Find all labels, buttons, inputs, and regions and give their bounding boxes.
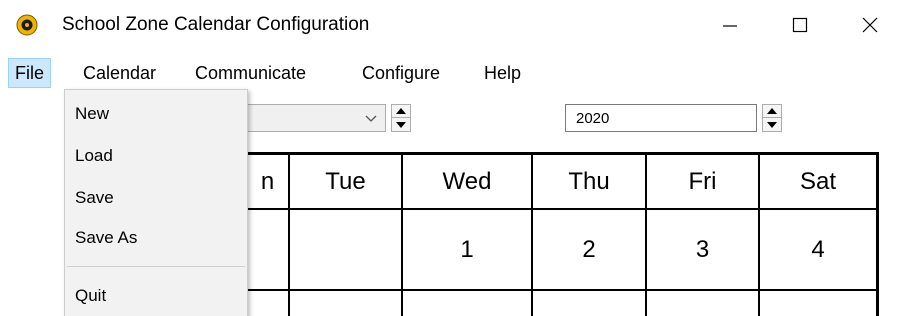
year-field[interactable]	[565, 104, 757, 132]
calendar-header-sat: Sat	[760, 155, 876, 210]
month-spin-up[interactable]	[392, 105, 410, 118]
calendar-day-cell[interactable]: 3	[647, 210, 760, 291]
menu-calendar[interactable]: Calendar	[77, 58, 162, 88]
calendar-day-cell[interactable]: 1	[403, 210, 533, 291]
minimize-icon	[723, 25, 737, 27]
calendar-header-tue: Tue	[290, 155, 403, 210]
calendar-day-cell[interactable]: 2	[533, 210, 647, 291]
calendar-day-cell[interactable]	[290, 291, 403, 316]
calendar-day-cell[interactable]	[533, 291, 647, 316]
calendar-day-cell[interactable]: 4	[760, 210, 876, 291]
menu-file[interactable]: File	[8, 58, 52, 88]
close-icon	[862, 17, 878, 33]
triangle-up-icon	[767, 108, 777, 114]
calendar-grid: n Tue Wed Thu Fri Sat 1 2 3 4	[244, 152, 879, 316]
menu-item-quit[interactable]: Quit	[75, 286, 106, 306]
menu-communicate[interactable]: Communicate	[189, 58, 312, 88]
month-select[interactable]	[246, 104, 386, 132]
maximize-icon	[792, 17, 808, 33]
chevron-down-icon	[365, 115, 377, 122]
month-spin-down[interactable]	[392, 118, 410, 131]
calendar-day-cell[interactable]	[760, 291, 876, 316]
menu-item-new[interactable]: New	[75, 104, 109, 124]
calendar-day-cell[interactable]	[647, 291, 760, 316]
app-icon	[16, 14, 38, 36]
year-spin-down[interactable]	[763, 118, 781, 131]
calendar-day-cell[interactable]	[290, 210, 403, 291]
calendar-day-cell[interactable]	[247, 210, 290, 291]
calendar-header-fri: Fri	[647, 155, 760, 210]
menu-help[interactable]: Help	[478, 58, 527, 88]
menu-item-save-as[interactable]: Save As	[75, 228, 137, 248]
calendar-header-mon: n	[247, 155, 290, 210]
month-spinner[interactable]	[391, 104, 411, 132]
title-bar: School Zone Calendar Configuration	[0, 0, 900, 50]
file-menu-dropdown: New Load Save Save As Quit	[64, 89, 248, 316]
year-spin-up[interactable]	[763, 105, 781, 118]
triangle-up-icon	[396, 108, 406, 114]
triangle-down-icon	[396, 121, 406, 128]
maximize-button[interactable]	[770, 0, 830, 50]
calendar-day-cell[interactable]	[403, 291, 533, 316]
calendar-header-thu: Thu	[533, 155, 647, 210]
minimize-button[interactable]	[700, 0, 760, 50]
window-title: School Zone Calendar Configuration	[62, 14, 370, 35]
menu-item-load[interactable]: Load	[75, 146, 113, 166]
menu-separator	[67, 266, 245, 267]
menu-bar: File Calendar Communicate Configure Help	[0, 58, 900, 88]
menu-configure[interactable]: Configure	[356, 58, 446, 88]
close-button[interactable]	[840, 0, 900, 50]
calendar-header-wed: Wed	[403, 155, 533, 210]
menu-item-save[interactable]: Save	[75, 188, 114, 208]
year-spinner[interactable]	[762, 104, 782, 132]
calendar-day-cell[interactable]	[247, 291, 290, 316]
triangle-down-icon	[767, 121, 777, 128]
